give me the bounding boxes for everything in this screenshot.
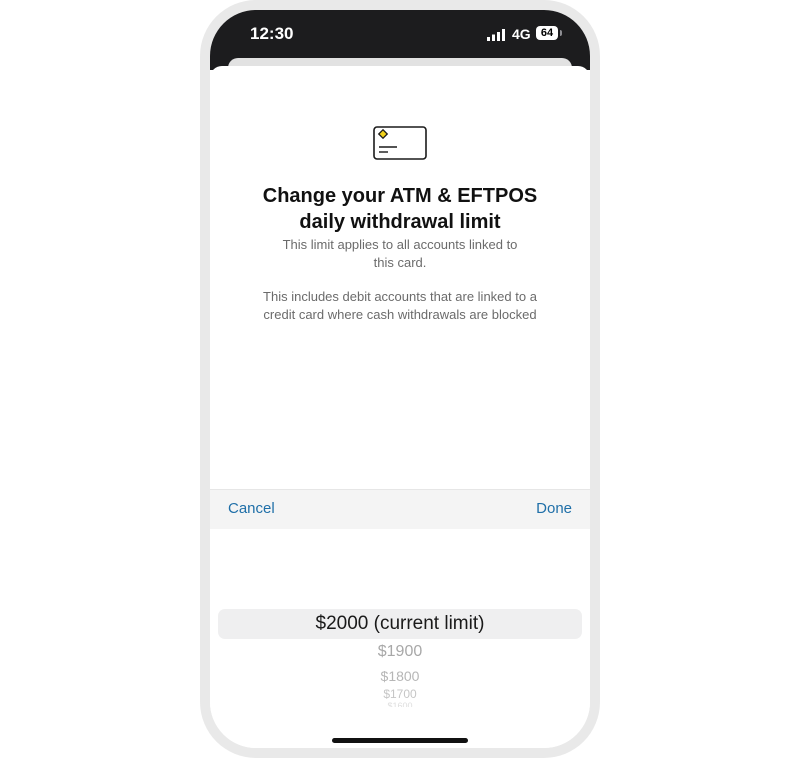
battery-icon: 64 [536,26,558,40]
page-title: Change your ATM & EFTPOS daily withdrawa… [230,183,570,235]
cancel-button[interactable]: Cancel [228,500,275,517]
picker-option[interactable]: $1600 [210,701,590,707]
note-line-2: credit card where cash withdrawals are b… [263,307,537,322]
title-line-2: daily withdrawal limit [299,211,501,233]
picker-option[interactable]: $1700 [210,687,590,701]
phone-frame: 12:30 4G 64 Change your ATM & EFTPOS dai… [200,0,600,758]
phone-screen: 12:30 4G 64 Change your ATM & EFTPOS dai… [210,10,590,748]
title-line-1: Change your ATM & EFTPOS [262,185,538,207]
home-indicator[interactable] [332,738,468,743]
description-line-1: This limit applies to all accounts linke… [282,237,518,252]
picker-option[interactable]: $1800 [210,668,590,684]
debit-accounts-note: This includes debit accounts that are li… [245,288,555,324]
signal-icon [487,29,505,41]
status-time: 12:30 [250,24,294,43]
picker-option[interactable]: $1900 [210,643,590,661]
note-line-1: This includes debit accounts that are li… [263,289,537,304]
network-type: 4G [512,26,531,42]
picker-option-selected[interactable]: $2000 (current limit) [210,613,590,635]
done-button[interactable]: Done [536,500,572,517]
battery-tip [560,30,562,36]
limit-description: This limit applies to all accounts linke… [245,236,555,272]
card-icon [373,126,427,160]
picker-toolbar: Cancel Done [210,489,590,529]
description-line-2: this card. [373,255,427,270]
